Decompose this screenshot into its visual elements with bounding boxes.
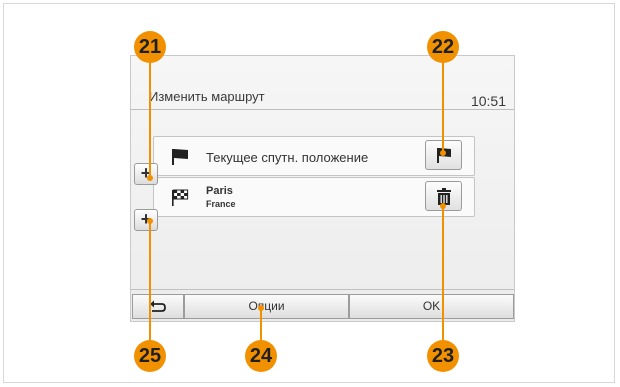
leader-line-25	[149, 222, 151, 342]
leader-line-22	[442, 62, 444, 154]
back-button[interactable]	[132, 294, 184, 319]
flag-icon	[172, 149, 188, 165]
destination-city: Paris	[206, 185, 233, 197]
clock: 10:51	[470, 93, 506, 109]
page-title: Изменить маршрут	[149, 89, 265, 104]
leader-dot-25	[147, 218, 153, 224]
callout-25: 25	[134, 340, 166, 372]
leader-line-21	[149, 62, 151, 179]
leader-dot-23	[440, 203, 446, 209]
bottom-toolbar: Опции OK	[131, 289, 514, 322]
add-waypoint-button-top[interactable]: +	[134, 163, 158, 185]
back-arrow-icon	[150, 300, 166, 312]
leader-line-23	[442, 208, 444, 342]
ok-button[interactable]: OK	[349, 294, 514, 319]
callout-21: 21	[134, 31, 166, 63]
leader-dot-24	[258, 305, 264, 311]
callout-23: 23	[427, 340, 459, 372]
leader-dot-22	[440, 150, 446, 156]
callout-24: 24	[245, 340, 277, 372]
add-waypoint-button-bottom[interactable]: +	[134, 209, 158, 231]
destination-country: France	[206, 199, 236, 209]
route-item-label: Текущее спутн. положение	[206, 150, 369, 165]
leader-line-24	[260, 308, 262, 342]
title-bar: Изменить маршрут 10:51	[131, 56, 514, 110]
callout-22: 22	[427, 31, 459, 63]
route-item-label: Paris France	[206, 185, 236, 211]
checkered-flag-icon	[172, 189, 189, 206]
leader-dot-21	[147, 175, 153, 181]
options-button[interactable]: Опции	[184, 294, 349, 319]
route-edit-screen: Изменить маршрут 10:51 Текущее спутн. по…	[130, 55, 515, 322]
